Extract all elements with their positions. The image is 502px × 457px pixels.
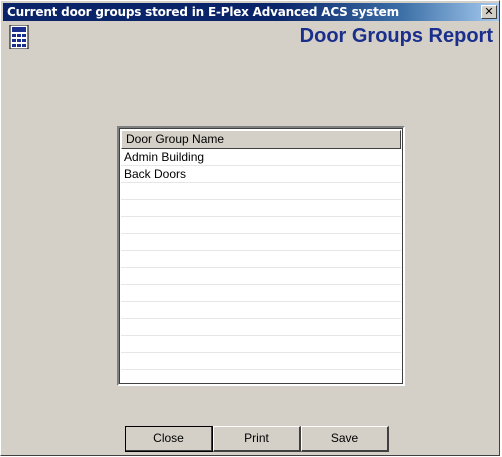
list-item[interactable] bbox=[121, 251, 401, 268]
list-item[interactable]: Admin Building bbox=[121, 149, 401, 166]
save-button[interactable]: Save bbox=[301, 426, 389, 452]
list-item[interactable] bbox=[121, 183, 401, 200]
list-item[interactable] bbox=[121, 353, 401, 370]
report-window: Current door groups stored in E-Plex Adv… bbox=[0, 0, 500, 456]
window-close-button[interactable]: ✕ bbox=[481, 5, 497, 19]
close-icon: ✕ bbox=[484, 6, 494, 18]
title-bar[interactable]: Current door groups stored in E-Plex Adv… bbox=[3, 3, 499, 21]
door-group-list[interactable]: Door Group Name Admin Building Back Doors bbox=[117, 126, 405, 386]
column-header-door-group-name[interactable]: Door Group Name bbox=[121, 130, 401, 149]
report-calculator-icon bbox=[9, 25, 29, 49]
list-item[interactable] bbox=[121, 319, 401, 336]
list-item[interactable] bbox=[121, 370, 401, 382]
list-item[interactable]: Back Doors bbox=[121, 166, 401, 183]
print-button[interactable]: Print bbox=[213, 426, 301, 452]
list-item[interactable] bbox=[121, 285, 401, 302]
list-item[interactable] bbox=[121, 200, 401, 217]
list-item[interactable] bbox=[121, 234, 401, 251]
list-item[interactable] bbox=[121, 268, 401, 285]
list-item[interactable] bbox=[121, 302, 401, 319]
list-item[interactable] bbox=[121, 217, 401, 234]
list-item[interactable] bbox=[121, 336, 401, 353]
window-title: Current door groups stored in E-Plex Adv… bbox=[7, 5, 399, 19]
close-button[interactable]: Close bbox=[125, 426, 213, 452]
report-title: Door Groups Report bbox=[299, 25, 493, 47]
list-rows: Admin Building Back Doors bbox=[121, 149, 401, 382]
